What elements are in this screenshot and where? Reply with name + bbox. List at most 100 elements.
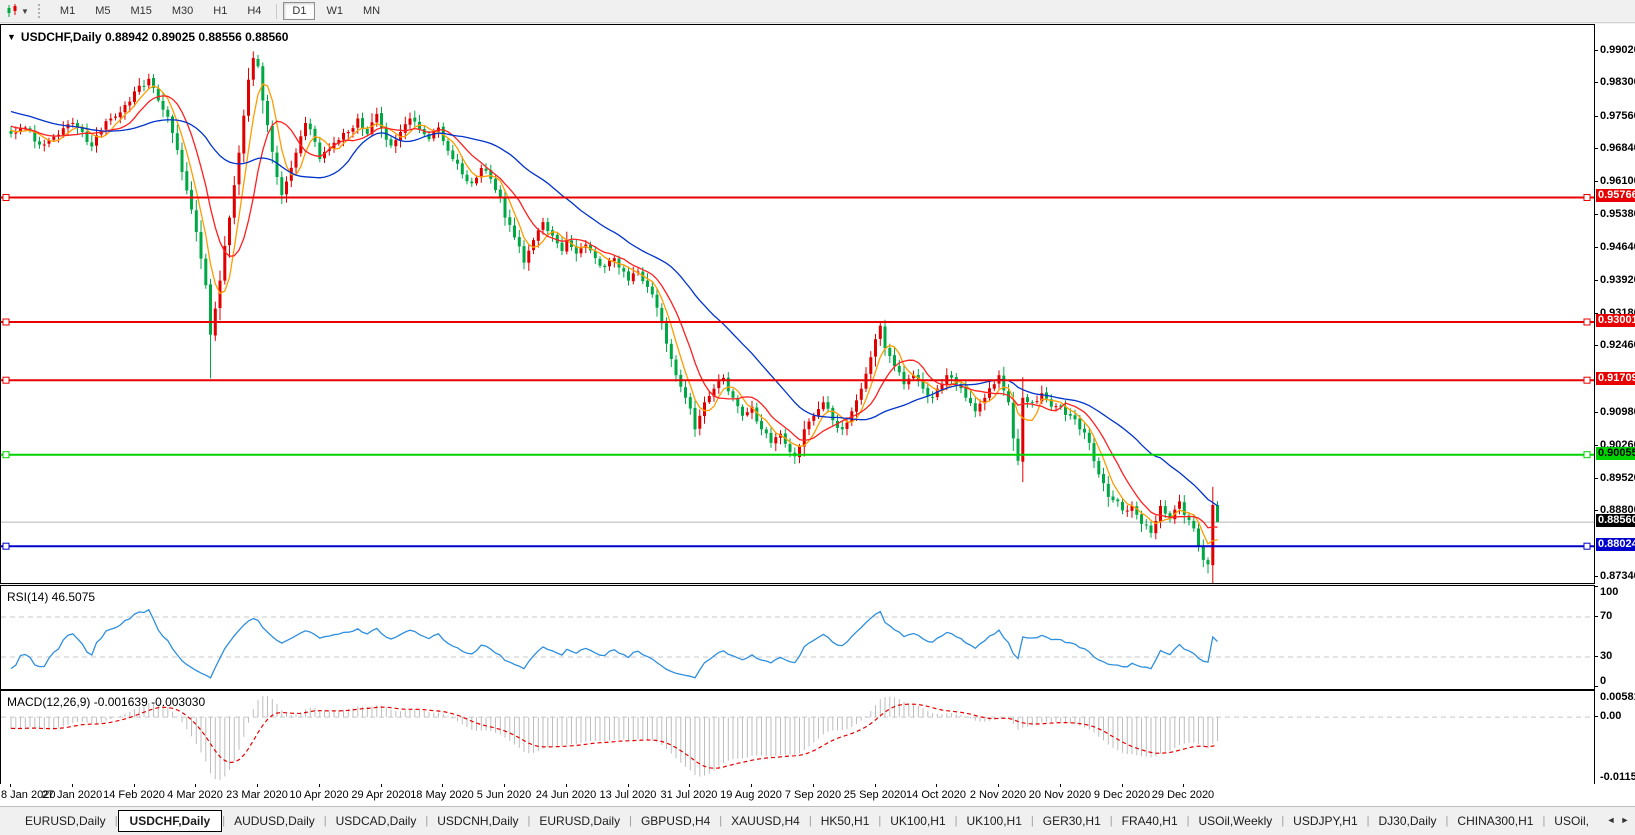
price-tick <box>1594 181 1598 182</box>
price-tick <box>1594 445 1598 446</box>
time-tick <box>1060 784 1061 787</box>
tab-scrollers: ◄ ► <box>1604 813 1632 828</box>
chart-tab-usdchf-daily[interactable]: USDCHF,Daily <box>117 810 223 832</box>
chart-tab-dj30-daily[interactable]: DJ30,Daily <box>1370 811 1446 831</box>
price-tick <box>1594 412 1598 413</box>
chart-tab-bar: EURUSD,Daily | USDCHF,Daily | AUDUSD,Daily | U… <box>0 806 1635 835</box>
time-tick <box>875 784 876 787</box>
price-tick-label: 0.97560 <box>1600 110 1635 122</box>
time-tick <box>566 784 567 787</box>
price-tick <box>1594 214 1598 215</box>
time-tick <box>936 784 937 787</box>
price-tick-label: 0.93920 <box>1600 274 1635 286</box>
ma-5-line <box>10 83 1218 545</box>
time-tick <box>998 784 999 787</box>
chart-tab-fra40-h1[interactable]: FRA40,H1 <box>1113 811 1187 831</box>
collapse-icon[interactable]: ▼ <box>7 32 16 42</box>
time-tick <box>1122 784 1123 787</box>
chart-tab-usoil-[interactable]: USOil, <box>1545 811 1598 831</box>
main-chart-panel[interactable]: ▼ USDCHF,Daily 0.88942 0.89025 0.88556 0.… <box>0 24 1595 584</box>
chart-tab-usoil-weekly[interactable]: USOil,Weekly <box>1190 811 1282 831</box>
time-tick <box>72 784 73 787</box>
timeframe-button-w1[interactable]: W1 <box>317 2 352 20</box>
ma-10-line <box>10 95 1218 529</box>
timeframe-button-m15[interactable]: M15 <box>121 2 160 20</box>
time-tick <box>504 784 505 787</box>
mt4-window: ▼ M1 M5 M15 M30 H1 H4 D1 W1 MN ▼ USDCHF,Daily 0.8… <box>0 0 1635 835</box>
rsi-label: RSI(14) 46.5075 <box>7 590 96 604</box>
price-tick-label: 0.98300 <box>1600 76 1635 88</box>
hline-price-badge: 0.88024 <box>1596 538 1635 551</box>
price-tick <box>1594 478 1598 479</box>
chart-tab-usdcad-daily[interactable]: USDCAD,Daily <box>327 811 426 831</box>
hline-price-badge: 0.95766 <box>1596 189 1635 202</box>
price-tick-label: 0.96100 <box>1600 175 1635 187</box>
time-tick <box>628 784 629 787</box>
candlestick-chart-canvas[interactable] <box>1 25 1594 583</box>
price-tick <box>1594 280 1598 281</box>
rsi-tick <box>1594 686 1598 687</box>
rsi-line <box>10 608 1218 679</box>
timeframe-button-m1[interactable]: M1 <box>51 2 84 20</box>
macd-chart-canvas <box>1 696 1594 780</box>
timeframe-button-h4[interactable]: H4 <box>238 2 270 20</box>
price-tick <box>1594 576 1598 577</box>
timeframe-button-mn[interactable]: MN <box>354 2 389 20</box>
time-tick <box>442 784 443 787</box>
price-tick-label: 0.99020 <box>1600 44 1635 56</box>
macd-axis-top-label: 0.005818 <box>1600 691 1635 703</box>
time-axis-label: 29 Dec 2020 <box>1151 789 1215 801</box>
rsi-tick <box>1594 656 1598 657</box>
chart-tab-hk50-h1[interactable]: HK50,H1 <box>812 811 879 831</box>
timeframe-toolbar: M1 M5 M15 M30 H1 H4 D1 W1 MN <box>50 2 390 20</box>
chart-tab-uk100-h1[interactable]: UK100,H1 <box>958 811 1031 831</box>
dropdown-caret-icon: ▼ <box>21 6 29 16</box>
toolbar-separator <box>276 3 278 19</box>
rsi-tick-label: 0 <box>1600 675 1607 687</box>
chart-tab-gbpusd-h4[interactable]: GBPUSD,H4 <box>632 811 719 831</box>
rsi-tick-label: 30 <box>1600 650 1613 662</box>
current-price-badge: 0.88560 <box>1596 514 1635 527</box>
macd-indicator-panel[interactable]: MACD(12,26,9) -0.001639 -0.003030 <box>0 690 1595 786</box>
toolbar-grip[interactable] <box>37 4 42 18</box>
chart-tab-uk100-h1[interactable]: UK100,H1 <box>881 811 954 831</box>
price-tick-label: 0.89520 <box>1600 472 1635 484</box>
chart-tab-xauusd-h4[interactable]: XAUUSD,H4 <box>722 811 809 831</box>
rsi-chart-canvas <box>1 608 1594 679</box>
scroll-right-button[interactable]: ► <box>1618 813 1632 828</box>
rsi-tick-label: 70 <box>1600 610 1613 622</box>
hline-price-badge: 0.91709 <box>1596 372 1635 385</box>
macd-label: MACD(12,26,9) -0.001639 -0.003030 <box>7 695 206 709</box>
price-tick-label: 0.87340 <box>1600 570 1635 582</box>
time-tick <box>134 784 135 787</box>
chart-tab-eurusd-daily[interactable]: EURUSD,Daily <box>530 811 629 831</box>
candlestick-chart-icon <box>5 4 19 18</box>
timeframe-button-m30[interactable]: M30 <box>163 2 202 20</box>
time-tick <box>1183 784 1184 787</box>
time-tick <box>10 784 11 787</box>
rsi-indicator-panel[interactable]: RSI(14) 46.5075 <box>0 585 1595 690</box>
price-tick <box>1594 82 1598 83</box>
chart-ohlc-values: 0.88942 0.89025 0.88556 0.88560 <box>104 30 289 44</box>
chart-tab-usdcnh-daily[interactable]: USDCNH,Daily <box>428 811 527 831</box>
rsi-tick <box>1594 616 1598 617</box>
macd-zero-tick <box>1594 716 1598 717</box>
macd-axis-bottom-label: -0.011514 <box>1600 771 1635 783</box>
rsi-tick-label: 100 <box>1600 586 1619 598</box>
chart-cursor-button[interactable]: ▼ <box>2 3 32 19</box>
chart-tab-ger30-h1[interactable]: GER30,H1 <box>1034 811 1110 831</box>
hline-price-badge: 0.93001 <box>1596 314 1635 327</box>
timeframe-button-h1[interactable]: H1 <box>204 2 236 20</box>
top-toolbar: ▼ M1 M5 M15 M30 H1 H4 D1 W1 MN <box>0 0 1635 23</box>
scroll-left-button[interactable]: ◄ <box>1604 813 1618 828</box>
timeframe-button-m5[interactable]: M5 <box>86 2 119 20</box>
timeframe-button-d1[interactable]: D1 <box>283 2 316 20</box>
chart-symbol-period: USDCHF,Daily <box>20 30 102 44</box>
chart-tab-china300-h1[interactable]: CHINA300,H1 <box>1448 811 1542 831</box>
chart-tab-usdjpy-h1[interactable]: USDJPY,H1 <box>1284 811 1366 831</box>
time-axis: 8 Jan 2020 27 Jan 2020 14 Feb 2020 4 Mar 20… <box>0 784 1635 806</box>
hline-price-badge: 0.90055 <box>1596 447 1635 460</box>
chart-tab-audusd-daily[interactable]: AUDUSD,Daily <box>225 811 324 831</box>
chart-tab-eurusd-daily[interactable]: EURUSD,Daily <box>16 811 115 831</box>
price-tick <box>1594 510 1598 511</box>
